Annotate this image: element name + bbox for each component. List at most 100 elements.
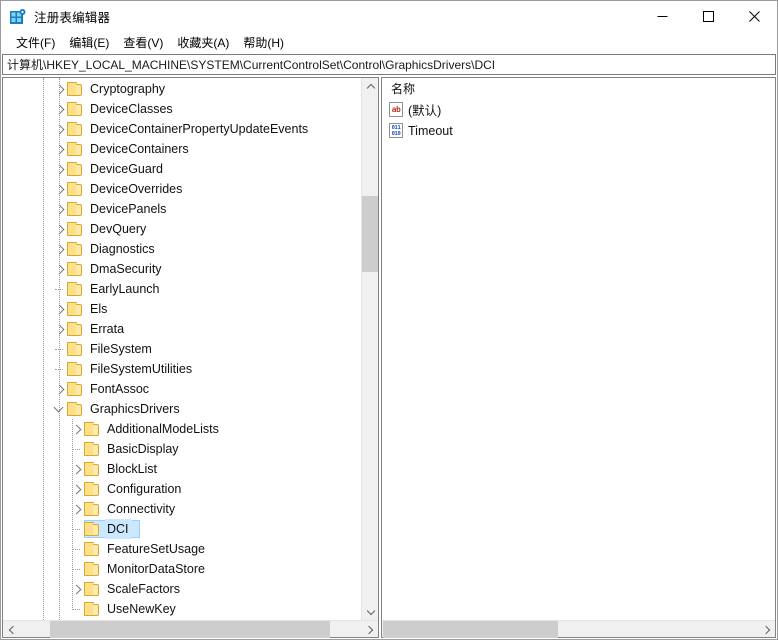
window-title: 注册表编辑器 — [34, 7, 110, 26]
chevron-right-icon[interactable] — [51, 219, 67, 239]
tree-node-label: Configuration — [105, 479, 184, 499]
chevron-right-icon[interactable] — [51, 139, 67, 159]
tree-node-label: DeviceGuard — [88, 159, 166, 179]
tree-node-usenewkey[interactable]: UseNewKey — [3, 599, 378, 619]
value-row[interactable]: 011010Timeout — [382, 120, 775, 141]
tree-node-blocklist[interactable]: BlockList — [3, 459, 378, 479]
chevron-right-icon[interactable] — [68, 579, 84, 599]
scroll-left-arrow[interactable] — [3, 621, 20, 638]
tree-node-featuresetusage[interactable]: FeatureSetUsage — [3, 539, 378, 559]
chevron-right-icon[interactable] — [51, 299, 67, 319]
value-list-horizontal-scrollbar[interactable] — [382, 620, 775, 637]
tree-node-scalefactors[interactable]: ScaleFactors — [3, 579, 378, 599]
tree-node-deviceguard[interactable]: DeviceGuard — [3, 159, 378, 179]
tree-node-deviceoverrides[interactable]: DeviceOverrides — [3, 179, 378, 199]
tree-node-label: ScaleFactors — [105, 579, 183, 599]
tree-node-connector — [51, 359, 67, 379]
scroll-up-arrow[interactable] — [362, 78, 378, 95]
registry-path-field[interactable]: 计算机\HKEY_LOCAL_MACHINE\SYSTEM\CurrentCon… — [2, 54, 776, 75]
tree-node-label: MonitorDataStore — [105, 559, 208, 579]
tree-horizontal-scroll-thumb[interactable] — [50, 621, 330, 638]
content-area: CryptographyDeviceClassesDeviceContainer… — [1, 76, 777, 639]
chevron-right-glyph — [72, 585, 81, 594]
tree-node-devicecontainerpropertyupdateevents[interactable]: DeviceContainerPropertyUpdateEvents — [3, 119, 378, 139]
tree-node-dci[interactable]: DCI — [3, 519, 378, 539]
tree-node-earlylaunch[interactable]: EarlyLaunch — [3, 279, 378, 299]
tree-node-basicdisplay[interactable]: BasicDisplay — [3, 439, 378, 459]
tree-node-monitordatastore[interactable]: MonitorDataStore — [3, 559, 378, 579]
chevron-right-icon[interactable] — [51, 239, 67, 259]
folder-icon — [67, 242, 83, 256]
tree-node-diagnostics[interactable]: Diagnostics — [3, 239, 378, 259]
scroll-right-arrow[interactable] — [361, 621, 378, 638]
tree-horizontal-scrollbar[interactable] — [3, 620, 378, 637]
chevron-right-icon[interactable] — [51, 159, 67, 179]
chevron-right-glyph — [55, 165, 64, 174]
chevron-right-icon[interactable] — [68, 479, 84, 499]
tree-node-label: DmaSecurity — [88, 259, 165, 279]
tree-node-cryptography[interactable]: Cryptography — [3, 79, 378, 99]
tree-node-devicecontainers[interactable]: DeviceContainers — [3, 139, 378, 159]
tree-node-label: EarlyLaunch — [88, 279, 163, 299]
chevron-right-glyph — [55, 105, 64, 114]
menu-help[interactable]: 帮助(H) — [236, 32, 291, 54]
menu-view[interactable]: 查看(V) — [116, 32, 170, 54]
scroll-right-arrow[interactable] — [758, 621, 775, 638]
tree-node-connector — [68, 559, 84, 579]
tree-node-connector — [68, 599, 84, 619]
chevron-right-glyph — [55, 305, 64, 314]
tree-node-devquery[interactable]: DevQuery — [3, 219, 378, 239]
menu-edit[interactable]: 编辑(E) — [62, 32, 116, 54]
tree-node-label: DeviceContainerPropertyUpdateEvents — [88, 119, 311, 139]
tree-node-graphicsdrivers[interactable]: GraphicsDrivers — [3, 399, 378, 419]
tree-vertical-scroll-thumb[interactable] — [362, 196, 378, 272]
chevron-right-icon[interactable] — [51, 119, 67, 139]
chevron-right-icon[interactable] — [51, 179, 67, 199]
chevron-right-icon[interactable] — [51, 319, 67, 339]
tree-node-filesystemutilities[interactable]: FileSystemUtilities — [3, 359, 378, 379]
folder-icon — [67, 342, 83, 356]
chevron-right-icon[interactable] — [68, 459, 84, 479]
chevron-right-icon[interactable] — [68, 499, 84, 519]
folder-icon — [67, 202, 83, 216]
chevron-right-icon[interactable] — [51, 99, 67, 119]
tree-node-label: GraphicsDrivers — [88, 399, 183, 419]
tree-node-label: UseNewKey — [105, 599, 179, 619]
tree-node-els[interactable]: Els — [3, 299, 378, 319]
minimize-button[interactable] — [639, 1, 685, 32]
tree-node-fontassoc[interactable]: FontAssoc — [3, 379, 378, 399]
tree-node-deviceclasses[interactable]: DeviceClasses — [3, 99, 378, 119]
close-button[interactable] — [731, 1, 777, 32]
tree-node-additionalmodelists[interactable]: AdditionalModeLists — [3, 419, 378, 439]
chevron-right-glyph — [55, 245, 64, 254]
chevron-right-icon[interactable] — [68, 419, 84, 439]
chevron-right-icon[interactable] — [51, 199, 67, 219]
tree-node-dmasecurity[interactable]: DmaSecurity — [3, 259, 378, 279]
tree-node-connector — [68, 519, 84, 539]
tree-node-configuration[interactable]: Configuration — [3, 479, 378, 499]
folder-icon — [84, 522, 100, 536]
menu-file[interactable]: 文件(F) — [9, 32, 62, 54]
value-list-horizontal-scroll-thumb[interactable] — [383, 621, 558, 638]
chevron-right-icon[interactable] — [51, 379, 67, 399]
folder-icon — [67, 402, 83, 416]
chevron-down-glyph — [55, 405, 64, 414]
tree-node-filesystem[interactable]: FileSystem — [3, 339, 378, 359]
menu-favorites[interactable]: 收藏夹(A) — [170, 32, 236, 54]
chevron-down-icon[interactable] — [51, 399, 67, 419]
chevron-right-glyph — [55, 185, 64, 194]
scroll-down-arrow[interactable] — [362, 603, 378, 620]
chevron-right-icon[interactable] — [51, 259, 67, 279]
tree-node-errata[interactable]: Errata — [3, 319, 378, 339]
value-row[interactable]: ab(默认) — [382, 99, 775, 120]
chevron-right-icon[interactable] — [51, 79, 67, 99]
value-name: Timeout — [408, 124, 453, 138]
tree-node-label: Diagnostics — [88, 239, 158, 259]
column-header-name[interactable]: 名称 — [391, 80, 415, 97]
tree-vertical-scrollbar[interactable] — [361, 78, 378, 620]
tree-node-label: FeatureSetUsage — [105, 539, 208, 559]
folder-icon — [67, 302, 83, 316]
tree-node-connectivity[interactable]: Connectivity — [3, 499, 378, 519]
tree-node-devicepanels[interactable]: DevicePanels — [3, 199, 378, 219]
maximize-button[interactable] — [685, 1, 731, 32]
